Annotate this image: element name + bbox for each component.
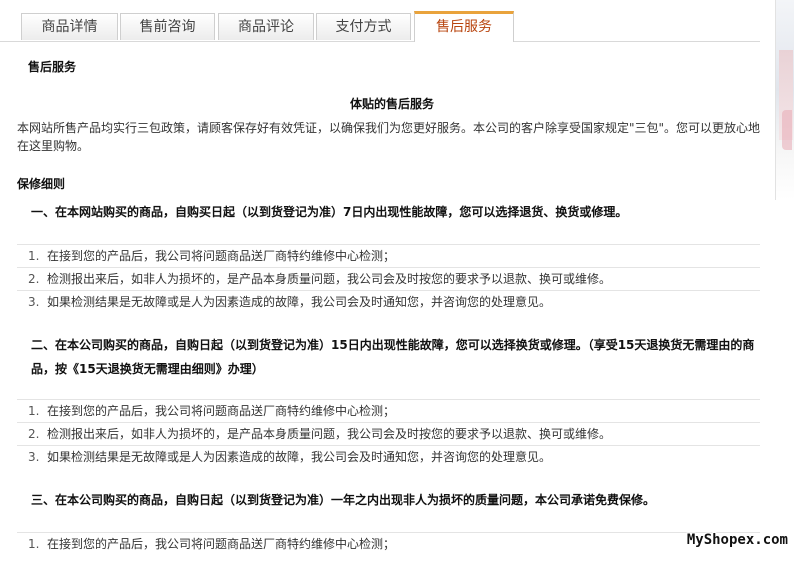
list-item: 2. 检测报出来后，如非人为损坏的，是产品本身质量问题，我公司会及时按您的要求予…: [17, 267, 760, 290]
list-item-number: 3.: [28, 450, 40, 464]
list-item-text: 在接到您的产品后，我公司将问题商品送厂商特约维修中心检测；: [47, 537, 396, 551]
section-title: 售后服务: [28, 60, 77, 74]
list-item: 3. 如果检测结果是无故障或是人为因素造成的故障，我公司会及时通知您，并咨询您的…: [17, 290, 760, 313]
list-item-number: 1.: [28, 249, 40, 263]
list-item-text: 检测报出来后，如非人为损坏的，是产品本身质量问题，我公司会及时按您的要求予以退款…: [47, 427, 612, 441]
list-item-number: 1.: [28, 404, 40, 418]
list-item: 3. 如果检测结果是无故障或是人为因素造成的故障，我公司会及时通知您，并咨询您的…: [17, 445, 760, 468]
list-item-number: 2.: [28, 427, 40, 441]
tab-payment-methods[interactable]: 支付方式: [316, 13, 411, 40]
watermark: MyShopex.com: [686, 532, 788, 548]
clause-2-list: 1. 在接到您的产品后，我公司将问题商品送厂商特约维修中心检测； 2. 检测报出…: [17, 381, 760, 468]
intro-text: 本网站所售产品均实行三包政策，请顾客保存好有效凭证，以确保我们为您更好服务。本公…: [17, 121, 761, 153]
list-item-text: 如果检测结果是无故障或是人为因素造成的故障，我公司会及时通知您，并咨询您的处理意…: [47, 450, 552, 464]
list-item-text: 在接到您的产品后，我公司将问题商品送厂商特约维修中心检测；: [47, 404, 396, 418]
repair-heading: 保修细则: [17, 177, 66, 191]
clause-3-title: 三、在本公司购买的商品，自购日起（以到货登记为准）一年之内出现非人为损坏的质量问…: [31, 493, 656, 507]
list-item-number: 1.: [28, 537, 40, 551]
clause-3-list: 1. 在接到您的产品后，我公司将问题商品送厂商特约维修中心检测；: [17, 512, 760, 555]
list-item-number: 2.: [28, 272, 40, 286]
list-item: 1. 在接到您的产品后，我公司将问题商品送厂商特约维修中心检测；: [17, 399, 760, 422]
side-banner-accent: [782, 110, 792, 150]
list-item-number: 3.: [28, 295, 40, 309]
tab-bar: 商品详情 售前咨询 商品评论 支付方式 售后服务: [0, 0, 760, 42]
list-item-text: 在接到您的产品后，我公司将问题商品送厂商特约维修中心检测；: [47, 249, 396, 263]
list-item-text: 如果检测结果是无故障或是人为因素造成的故障，我公司会及时通知您，并咨询您的处理意…: [47, 295, 552, 309]
list-item: 2. 检测报出来后，如非人为损坏的，是产品本身质量问题，我公司会及时按您的要求予…: [17, 422, 760, 445]
tab-presale-consult[interactable]: 售前咨询: [120, 13, 215, 40]
clause-2-title: 二、在本公司购买的商品，自购日起（以到货登记为准）15日内出现性能故障，您可以选…: [31, 338, 755, 376]
clause-1-title: 一、在本网站购买的商品，自购买日起（以到货登记为准）7日内出现性能故障，您可以选…: [31, 205, 628, 219]
clause-1-list: 1. 在接到您的产品后，我公司将问题商品送厂商特约维修中心检测； 2. 检测报出…: [17, 224, 760, 313]
tab-after-sales[interactable]: 售后服务: [414, 11, 514, 42]
list-item-text: 检测报出来后，如非人为损坏的，是产品本身质量问题，我公司会及时按您的要求予以退款…: [47, 272, 612, 286]
tab-product-reviews[interactable]: 商品评论: [218, 13, 314, 40]
list-item: 1. 在接到您的产品后，我公司将问题商品送厂商特约维修中心检测；: [17, 244, 760, 267]
list-item: 1. 在接到您的产品后，我公司将问题商品送厂商特约维修中心检测；: [17, 532, 760, 555]
tab-product-details[interactable]: 商品详情: [21, 13, 118, 40]
intro-heading: 体贴的售后服务: [349, 97, 434, 111]
